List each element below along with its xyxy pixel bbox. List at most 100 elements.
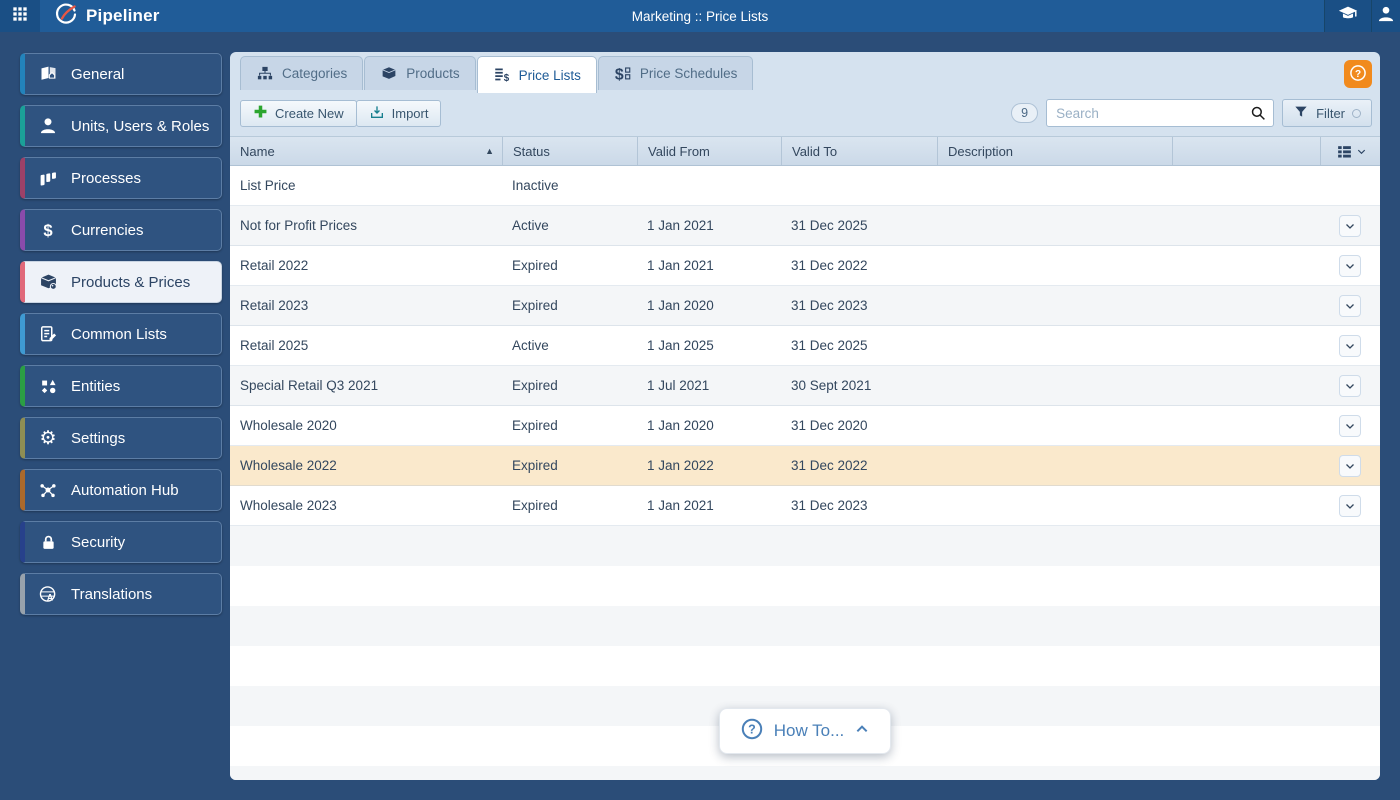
column-header-valid-from[interactable]: Valid From bbox=[637, 137, 781, 165]
table-row[interactable]: Special Retail Q3 2021 Expired 1 Jul 202… bbox=[230, 366, 1380, 406]
table-body: List Price Inactive Not for Profit Price… bbox=[230, 166, 1380, 780]
learning-center-button[interactable] bbox=[1324, 0, 1371, 32]
record-count-badge: 9 bbox=[1011, 103, 1039, 123]
column-header-description[interactable]: Description bbox=[937, 137, 1172, 165]
sidebar-item-units-users-roles[interactable]: Units, Users & Roles bbox=[20, 105, 222, 147]
lock-icon bbox=[37, 531, 59, 553]
list-pencil-icon bbox=[37, 323, 59, 345]
general-icon bbox=[37, 63, 59, 85]
column-chooser[interactable] bbox=[1320, 137, 1380, 165]
sidebar-item-entities[interactable]: Entities bbox=[20, 365, 222, 407]
sidebar-item-label: Automation Hub bbox=[71, 481, 179, 499]
sidebar-item-translations[interactable]: A Translations bbox=[20, 573, 222, 615]
page-title: Marketing :: Price Lists bbox=[631, 8, 769, 24]
app-launcher-button[interactable] bbox=[0, 0, 40, 32]
row-actions-button[interactable] bbox=[1339, 334, 1361, 357]
user-menu-button[interactable] bbox=[1371, 0, 1400, 32]
tab-label: Price Schedules bbox=[639, 66, 738, 81]
row-actions-button[interactable] bbox=[1339, 414, 1361, 437]
sidebar-item-currencies[interactable]: $ Currencies bbox=[20, 209, 222, 251]
question-mark-icon: ? bbox=[1348, 63, 1368, 86]
tab-label: Price Lists bbox=[518, 67, 581, 83]
sidebar-item-label: Units, Users & Roles bbox=[71, 117, 210, 135]
table-row[interactable]: Retail 2023 Expired 1 Jan 2020 31 Dec 20… bbox=[230, 286, 1380, 326]
plus-icon bbox=[253, 104, 268, 122]
user-icon bbox=[1376, 4, 1396, 29]
sidebar-item-automation-hub[interactable]: Automation Hub bbox=[20, 469, 222, 511]
import-label: Import bbox=[391, 105, 429, 121]
pipeliner-logo-icon bbox=[54, 2, 78, 31]
tab-label: Products bbox=[406, 66, 460, 81]
row-actions-button[interactable] bbox=[1339, 254, 1361, 277]
sidebar-item-security[interactable]: Security bbox=[20, 521, 222, 563]
table-row-selected[interactable]: Wholesale 2022 Expired 1 Jan 2022 31 Dec… bbox=[230, 446, 1380, 486]
column-chooser-icon bbox=[1331, 143, 1372, 160]
table-row[interactable]: Retail 2022 Expired 1 Jan 2021 31 Dec 20… bbox=[230, 246, 1380, 286]
sidebar-item-label: Common Lists bbox=[71, 325, 167, 343]
svg-text:?: ? bbox=[748, 722, 756, 736]
row-actions-button[interactable] bbox=[1339, 494, 1361, 517]
shapes-icon bbox=[37, 375, 59, 397]
tab-price-lists[interactable]: $ Price Lists bbox=[476, 56, 597, 93]
column-header-valid-to[interactable]: Valid To bbox=[781, 137, 937, 165]
sidebar-item-label: Entities bbox=[71, 377, 121, 395]
import-icon bbox=[369, 104, 385, 123]
sidebar-item-label: Products & Prices bbox=[71, 273, 191, 291]
help-circle-icon: ? bbox=[740, 717, 764, 746]
how-to-button[interactable]: ? How To... bbox=[719, 708, 891, 754]
sidebar-item-processes[interactable]: Processes bbox=[20, 157, 222, 199]
gear-icon: ⚙ bbox=[39, 427, 57, 449]
grid-icon bbox=[12, 6, 28, 27]
chevron-up-icon bbox=[854, 721, 870, 742]
tab-label: Categories bbox=[282, 66, 348, 81]
sidebar-item-label: Translations bbox=[71, 585, 153, 603]
sidebar-item-label: General bbox=[71, 65, 125, 83]
tab-bar: Categories Products $ Price Lists $ Pric… bbox=[240, 56, 754, 93]
sidebar-item-label: Currencies bbox=[71, 221, 144, 239]
filter-button[interactable]: Filter bbox=[1282, 99, 1372, 127]
table-row[interactable]: List Price Inactive bbox=[230, 166, 1380, 206]
table-row[interactable]: Wholesale 2023 Expired 1 Jan 2021 31 Dec… bbox=[230, 486, 1380, 526]
table-row[interactable]: Retail 2025 Active 1 Jan 2025 31 Dec 202… bbox=[230, 326, 1380, 366]
price-schedule-icon: $ bbox=[614, 65, 632, 83]
sidebar-item-label: Settings bbox=[71, 429, 126, 447]
sidebar-item-label: Security bbox=[71, 533, 126, 551]
row-actions-button[interactable] bbox=[1339, 374, 1361, 397]
filter-label: Filter bbox=[1316, 105, 1345, 121]
row-actions-button[interactable] bbox=[1339, 294, 1361, 317]
tab-categories[interactable]: Categories bbox=[240, 56, 364, 90]
sidebar-item-settings[interactable]: ⚙ Settings bbox=[20, 417, 222, 459]
search-input[interactable] bbox=[1046, 99, 1275, 127]
row-actions-button[interactable] bbox=[1339, 454, 1361, 477]
user-bust-icon bbox=[37, 115, 59, 137]
import-button[interactable]: Import bbox=[355, 99, 442, 127]
globe-translate-icon: A bbox=[37, 583, 59, 605]
svg-text:?: ? bbox=[1355, 68, 1361, 79]
table-row[interactable]: Not for Profit Prices Active 1 Jan 2021 … bbox=[230, 206, 1380, 246]
processes-icon bbox=[37, 167, 59, 189]
sidebar-item-label: Processes bbox=[71, 169, 142, 187]
create-new-button[interactable]: Create New bbox=[240, 99, 357, 127]
brand-logo[interactable]: Pipeliner bbox=[54, 2, 160, 31]
topbar: Pipeliner Marketing :: Price Lists bbox=[0, 0, 1400, 32]
how-to-label: How To... bbox=[773, 721, 845, 740]
sidebar-item-products-prices[interactable]: Products & Prices bbox=[20, 261, 222, 303]
dollar-icon: $ bbox=[37, 219, 59, 241]
row-actions-button[interactable] bbox=[1339, 214, 1361, 237]
help-button[interactable]: ? bbox=[1344, 60, 1372, 88]
toolbar: Create New Import 9 Filter bbox=[230, 98, 1380, 128]
svg-text:$: $ bbox=[503, 73, 509, 84]
column-header-spacer bbox=[1172, 137, 1320, 165]
tab-price-schedules[interactable]: $ Price Schedules bbox=[597, 56, 754, 90]
sidebar-item-general[interactable]: General bbox=[20, 53, 222, 95]
tab-products[interactable]: Products bbox=[364, 56, 476, 90]
funnel-icon bbox=[1293, 104, 1309, 123]
svg-text:A: A bbox=[47, 592, 54, 602]
column-header-name[interactable]: Name ▲ bbox=[230, 137, 502, 165]
svg-text:$: $ bbox=[43, 221, 53, 240]
sidebar-item-common-lists[interactable]: Common Lists bbox=[20, 313, 222, 355]
product-box-icon bbox=[380, 65, 398, 83]
table-row[interactable]: Wholesale 2020 Expired 1 Jan 2020 31 Dec… bbox=[230, 406, 1380, 446]
search-icon[interactable] bbox=[1249, 104, 1267, 127]
column-header-status[interactable]: Status bbox=[502, 137, 637, 165]
